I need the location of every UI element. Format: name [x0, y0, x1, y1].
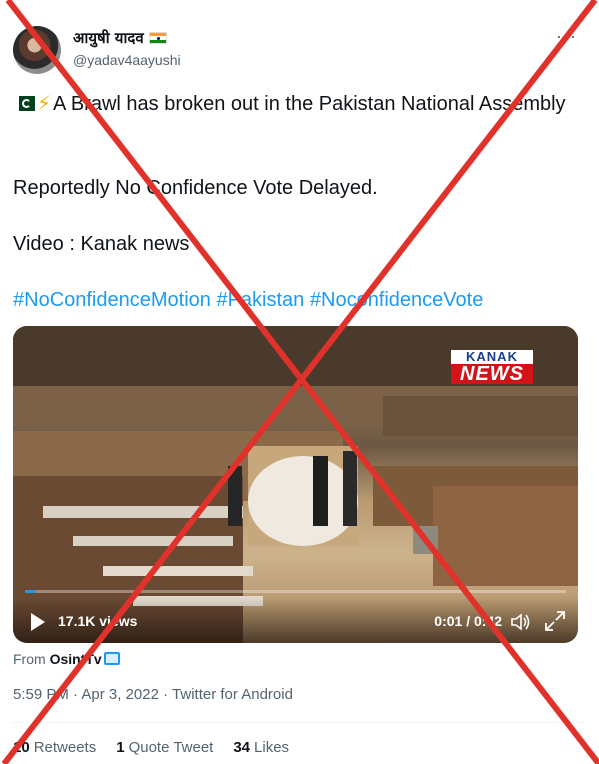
volume-icon[interactable] — [510, 612, 532, 632]
tweet-text-line-1: ⚡ A Brawl has broken out in the Pakistan … — [13, 91, 588, 117]
quotes-label: Quote Tweet — [128, 739, 214, 756]
more-options-icon[interactable]: ··· — [556, 26, 577, 47]
user-name-row[interactable]: आयुषी यादव — [73, 28, 167, 48]
likes-stat[interactable]: 34 Likes — [233, 739, 289, 756]
india-flag-icon — [148, 32, 167, 44]
tweet-time[interactable]: 5:59 PM — [13, 686, 69, 703]
pakistan-flag-icon — [13, 96, 35, 111]
hashtags: #NoConfidenceMotion #Pakistan #Noconfide… — [13, 287, 483, 313]
tweet-meta: 5:59 PM · Apr 3, 2022 · Twitter for Andr… — [13, 686, 293, 703]
avatar[interactable] — [13, 26, 61, 74]
retweets-stat[interactable]: 10 Retweets — [13, 739, 96, 756]
retweets-label: Retweets — [33, 739, 97, 756]
logo-top-text: KANAK — [451, 350, 533, 364]
hashtag-link[interactable]: #NoConfidenceMotion — [13, 289, 211, 311]
tweet-text-line-2: Reportedly No Confidence Vote Delayed. — [13, 177, 378, 199]
logo-bottom-text: NEWS — [451, 364, 533, 384]
user-handle[interactable]: @yadav4aayushi — [73, 52, 181, 68]
tweet-text-line-3: Video : Kanak news — [13, 233, 190, 255]
tweet-text-brawl: A Brawl has broken out in the Pakistan N… — [53, 93, 566, 115]
tweet-client[interactable]: Twitter for Android — [172, 686, 293, 703]
quotes-stat[interactable]: 1 Quote Tweet — [116, 739, 213, 756]
divider — [13, 722, 586, 723]
view-count: 17.1K views — [58, 613, 138, 629]
hashtag-link[interactable]: #NoconfidenceVote — [310, 289, 483, 311]
tweet-stats: 10 Retweets 1 Quote Tweet 34 Likes — [13, 739, 289, 756]
source-link[interactable]: OsintTv — [50, 651, 102, 667]
meta-separator: · — [163, 686, 169, 703]
retweets-count: 10 — [13, 739, 30, 756]
quotes-count: 1 — [116, 739, 125, 756]
tv-icon — [103, 652, 120, 665]
tweet-date[interactable]: Apr 3, 2022 — [81, 686, 159, 703]
play-icon[interactable] — [31, 613, 45, 631]
fullscreen-icon[interactable] — [544, 610, 566, 632]
meta-separator: · — [73, 686, 79, 703]
tweet-card: आयुषी यादव @yadav4aayushi ··· ⚡ A Brawl h… — [0, 0, 599, 764]
lightning-icon: ⚡ — [37, 93, 52, 115]
video-source: From OsintTv — [13, 651, 120, 667]
hashtag-link[interactable]: #Pakistan — [216, 289, 304, 311]
video-player[interactable]: KANAK NEWS 17.1K views 0:01 / 0:42 — [13, 326, 578, 643]
likes-label: Likes — [254, 739, 290, 756]
likes-count: 34 — [233, 739, 251, 756]
kanak-news-logo: KANAK NEWS — [451, 350, 533, 384]
display-name[interactable]: आयुषी यादव — [73, 28, 144, 48]
video-progress-fill — [25, 590, 36, 593]
video-time: 0:01 / 0:42 — [434, 613, 502, 629]
video-progress-bar[interactable] — [25, 590, 566, 593]
source-prefix: From — [13, 651, 46, 667]
